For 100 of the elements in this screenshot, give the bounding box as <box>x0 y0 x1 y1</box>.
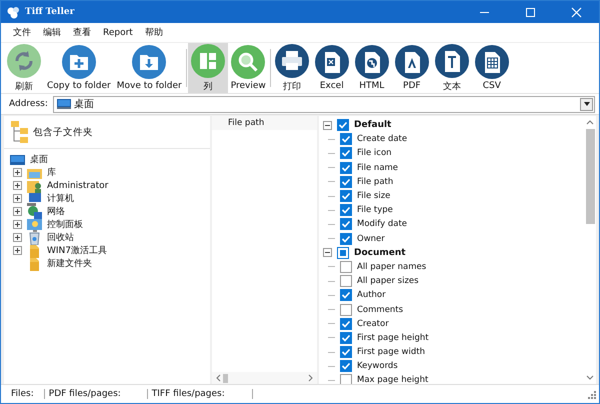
columns-icon <box>190 44 225 78</box>
expand-icon[interactable] <box>13 194 22 203</box>
checkbox[interactable] <box>340 374 352 386</box>
field-label: Keywords <box>357 361 398 372</box>
field-label: File icon <box>357 148 392 158</box>
status-text: TIFF files/pages: <box>148 389 253 399</box>
expand-icon[interactable] <box>13 207 22 216</box>
computer-icon <box>27 192 42 206</box>
folder-icon <box>27 244 42 258</box>
printer-icon <box>274 44 309 78</box>
checkbox[interactable] <box>337 119 349 132</box>
menu-item[interactable]: 查看 <box>67 26 97 39</box>
address-field[interactable]: 桌面 <box>52 96 595 112</box>
field-label: Create date <box>357 134 408 144</box>
checkbox[interactable] <box>340 147 352 160</box>
tree-item[interactable]: 新建文件夹 <box>47 257 92 270</box>
address-label: Address: <box>9 99 48 109</box>
toolbar-button[interactable]: HTML <box>352 43 392 93</box>
checkbox[interactable] <box>340 176 352 188</box>
folder-plus-icon <box>62 45 96 79</box>
checkbox[interactable] <box>340 275 352 288</box>
group-label: Document <box>354 248 406 258</box>
checkbox[interactable] <box>340 318 352 330</box>
caret-icon <box>582 101 590 107</box>
checkbox[interactable] <box>340 260 352 273</box>
expand-icon[interactable] <box>13 220 22 229</box>
field-label: Max page height <box>357 375 428 386</box>
tree-item[interactable]: 计算机 <box>47 192 74 205</box>
toolbar-button[interactable]: 打印 <box>272 43 312 93</box>
tree-item[interactable]: WIN7激活工具 <box>47 244 108 257</box>
checkbox[interactable] <box>340 360 352 372</box>
status-text: PDF files/pages: <box>44 389 148 399</box>
checkbox[interactable] <box>340 332 352 344</box>
checkbox[interactable] <box>340 289 352 302</box>
checkbox[interactable] <box>340 190 352 202</box>
dropdown-button[interactable] <box>580 98 593 110</box>
field-label: Modify date <box>357 219 408 230</box>
include-subfolders-label[interactable]: 包含子文件夹 <box>33 126 93 138</box>
checkbox[interactable] <box>340 232 352 245</box>
user-folder-icon <box>27 178 42 192</box>
tree-item[interactable]: 库 <box>47 166 56 179</box>
tree-item[interactable]: 控制面板 <box>47 218 83 231</box>
toolbar-button[interactable]: 文本 <box>432 43 472 93</box>
toolbar-button[interactable]: 刷新 <box>4 43 44 93</box>
field-label: First page height <box>357 332 429 343</box>
checkbox[interactable] <box>340 204 352 216</box>
toolbar-button[interactable]: CSV <box>472 43 512 93</box>
globe-file-icon <box>354 45 389 79</box>
toolbar-button[interactable]: Copy to folder <box>44 43 114 93</box>
field-label: All paper sizes <box>357 276 419 286</box>
collapse-icon[interactable] <box>323 120 332 130</box>
text-file-icon <box>434 44 469 78</box>
field-label: File path <box>357 176 394 187</box>
network-icon <box>27 204 42 218</box>
checkbox[interactable] <box>340 304 352 316</box>
field-label: Author <box>357 290 386 300</box>
expand-icon[interactable] <box>13 168 22 177</box>
window-title: Tiff Teller <box>25 7 74 17</box>
field-label: All paper names <box>357 262 426 272</box>
menu-item[interactable]: 文件 <box>7 26 37 39</box>
table-file-icon <box>474 45 509 79</box>
checkbox[interactable] <box>340 218 352 230</box>
toolbar-button[interactable]: Excel <box>312 43 352 93</box>
checkbox[interactable] <box>340 162 352 174</box>
expand-icon[interactable] <box>13 181 22 190</box>
control-panel-icon <box>27 218 42 232</box>
refresh-icon <box>7 44 41 78</box>
toolbar-button[interactable]: Preview <box>228 43 269 93</box>
toolbar-button[interactable]: PDF <box>392 43 432 93</box>
tree-item[interactable]: 回收站 <box>47 231 74 244</box>
horizontal-scrollbar[interactable] <box>212 372 317 384</box>
scroll-left-icon <box>216 374 221 382</box>
menu-item[interactable]: Report <box>97 28 139 38</box>
toolbar-button[interactable]: Move to folder <box>114 43 185 93</box>
checkbox[interactable] <box>340 133 352 146</box>
tree-item[interactable]: 网络 <box>47 205 65 218</box>
close-icon <box>570 6 582 18</box>
field-label: Comments <box>357 304 404 315</box>
search-icon <box>231 45 266 79</box>
field-label: Owner <box>357 234 385 244</box>
tree-item[interactable]: 桌面 <box>30 153 48 166</box>
expand-icon[interactable] <box>13 233 22 242</box>
desktop-icon <box>10 152 25 166</box>
status-text: Files: <box>7 389 45 399</box>
menu-item[interactable]: 帮助 <box>138 26 169 39</box>
expand-icon[interactable] <box>13 246 22 255</box>
collapse-icon[interactable] <box>323 248 332 258</box>
scroll-thumb[interactable] <box>586 129 594 224</box>
tree-item[interactable]: Administrator <box>47 180 108 190</box>
folder-icon <box>27 256 42 270</box>
checkbox[interactable] <box>337 246 349 259</box>
field-label: File size <box>357 191 390 202</box>
field-label: File name <box>357 162 398 173</box>
field-label: File type <box>357 205 393 216</box>
toolbar-button[interactable]: 列 <box>188 43 228 93</box>
app-icon <box>6 5 20 19</box>
menu-item[interactable]: 编辑 <box>37 26 67 39</box>
checkbox[interactable] <box>340 346 352 358</box>
scroll-thumb[interactable] <box>223 374 228 382</box>
maximize-icon <box>524 6 536 18</box>
